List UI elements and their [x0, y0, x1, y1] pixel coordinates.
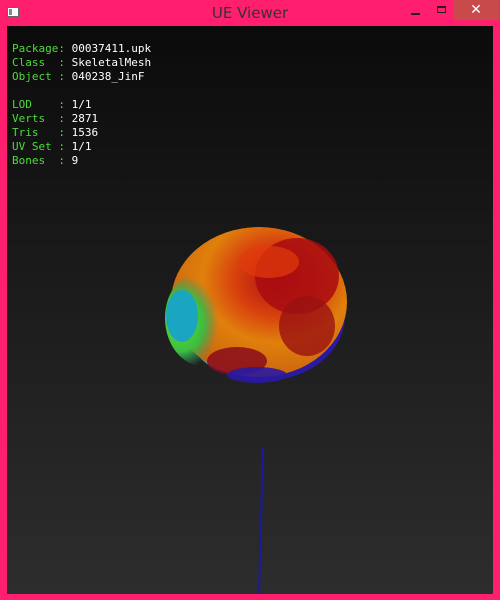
info-value: 1/1 — [71, 140, 92, 153]
info-label: Verts : — [12, 112, 65, 125]
info-label: Tris : — [12, 126, 65, 139]
3d-viewport[interactable]: Package: 00037411.upk Class : SkeletalMes… — [7, 26, 493, 594]
info-row: UV Set : 1/1 — [12, 140, 151, 154]
minimize-button[interactable] — [403, 0, 429, 20]
info-value: 9 — [71, 154, 79, 167]
info-value: 00037411.upk — [71, 42, 152, 55]
info-row: Package: 00037411.upk — [12, 42, 151, 56]
info-label: Object : — [12, 70, 65, 83]
info-label: Bones : — [12, 154, 65, 167]
info-label: UV Set : — [12, 140, 65, 153]
info-row: Bones : 9 — [12, 154, 151, 168]
maximize-button[interactable] — [429, 0, 455, 20]
info-value: 1536 — [71, 126, 99, 139]
info-value: 1/1 — [71, 98, 92, 111]
close-button[interactable]: ✕ — [453, 0, 499, 20]
app-window: UE Viewer ✕ Package: 00037411.upk Class … — [0, 0, 500, 600]
skeletal-mesh — [165, 227, 347, 383]
info-value: 040238_JinF — [71, 70, 145, 83]
axis-line — [258, 447, 264, 594]
info-value: 2871 — [71, 112, 99, 125]
info-label: Package: — [12, 42, 65, 55]
info-row: Tris : 1536 — [12, 126, 151, 140]
info-label: LOD : — [12, 98, 65, 111]
info-row: Object : 040238_JinF — [12, 70, 151, 84]
info-row: Verts : 2871 — [12, 112, 151, 126]
info-row: LOD : 1/1 — [12, 98, 151, 112]
info-value: SkeletalMesh — [71, 56, 152, 69]
info-label: Class : — [12, 56, 65, 69]
title-bar[interactable]: UE Viewer ✕ — [0, 0, 500, 26]
info-row: Class : SkeletalMesh — [12, 56, 151, 70]
mesh-info-panel: Package: 00037411.upk Class : SkeletalMes… — [12, 42, 151, 168]
